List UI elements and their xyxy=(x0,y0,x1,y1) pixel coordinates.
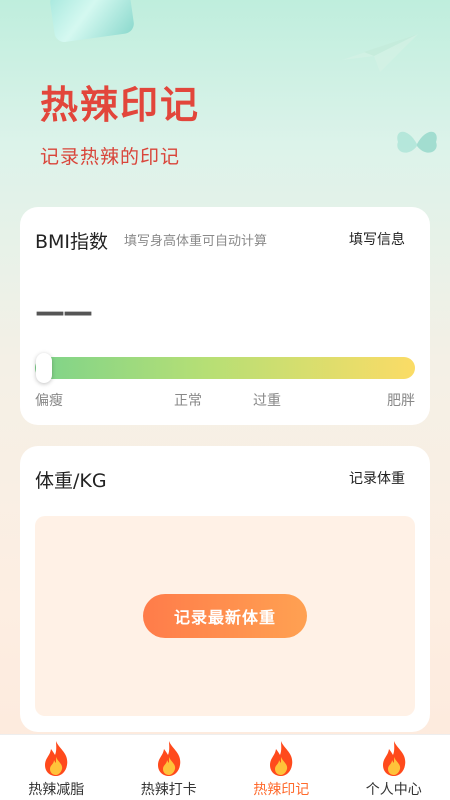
tab-records[interactable]: 热辣印记 xyxy=(225,735,338,800)
bottom-tab-bar: 热辣减脂 热辣打卡 热辣印记 个人中心 xyxy=(0,734,450,800)
bmi-scale-labels: 偏瘦 正常 过重 肥胖 xyxy=(35,390,415,410)
tab-label: 热辣打卡 xyxy=(140,782,197,798)
flame-icon xyxy=(45,741,68,776)
flame-icon xyxy=(382,741,406,776)
tab-label: 热辣减脂 xyxy=(28,782,85,798)
flame-icon xyxy=(157,741,181,776)
bmi-value: —— xyxy=(35,295,93,330)
bmi-label-underweight: 偏瘦 xyxy=(35,393,63,409)
gem-decoration xyxy=(48,0,136,44)
bmi-label-overweight: 过重 xyxy=(253,393,281,409)
weight-chart-area: 记录最新体重 xyxy=(35,516,415,716)
flame-icon xyxy=(270,741,293,776)
record-latest-weight-button[interactable]: 记录最新体重 xyxy=(143,594,307,638)
paper-plane-decoration xyxy=(342,34,418,72)
bmi-card: BMI指数 填写身高体重可自动计算 填写信息 —— 偏瘦 正常 过重 肥胖 xyxy=(20,207,430,425)
bmi-scale-bar xyxy=(35,357,415,379)
weight-card: 体重/KG 记录体重 记录最新体重 xyxy=(20,446,430,732)
tab-fat-loss[interactable]: 热辣减脂 xyxy=(0,735,113,800)
bmi-slider-thumb[interactable] xyxy=(36,353,52,383)
page-title: 热辣印记 xyxy=(40,83,201,127)
page-subtitle: 记录热辣的印记 xyxy=(40,146,181,168)
bmi-title: BMI指数 xyxy=(35,231,109,253)
bmi-label-normal: 正常 xyxy=(174,393,202,409)
record-weight-link[interactable]: 记录体重 xyxy=(349,468,405,488)
butterfly-decoration xyxy=(397,131,437,153)
tab-profile[interactable]: 个人中心 xyxy=(338,735,450,800)
bmi-label-obese: 肥胖 xyxy=(387,393,415,409)
fill-info-button[interactable]: 填写信息 xyxy=(349,229,405,249)
weight-title: 体重/KG xyxy=(35,470,107,492)
tab-check-in[interactable]: 热辣打卡 xyxy=(113,735,226,800)
bmi-hint: 填写身高体重可自动计算 xyxy=(124,234,268,249)
tab-label: 热辣印记 xyxy=(253,782,310,798)
tab-label: 个人中心 xyxy=(365,782,422,798)
